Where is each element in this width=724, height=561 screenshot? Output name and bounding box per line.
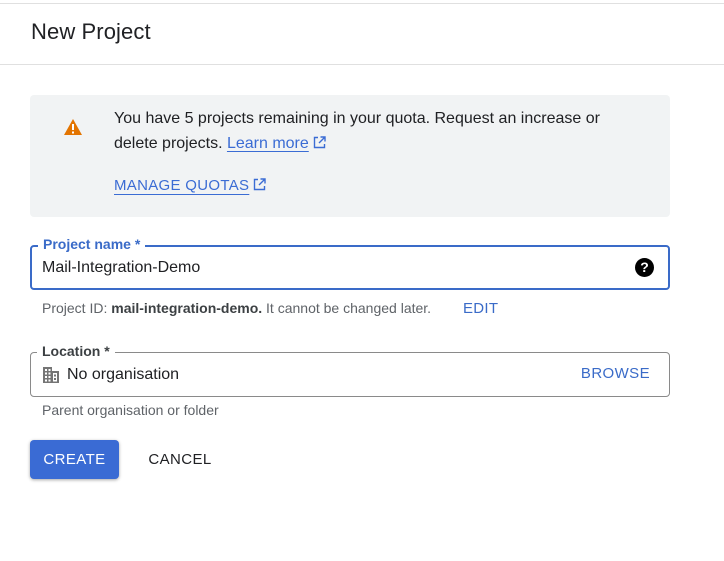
- top-divider: [0, 3, 724, 4]
- quota-message: You have 5 projects remaining in your qu…: [114, 110, 600, 152]
- project-name-input[interactable]: Mail-Integration-Demo: [42, 259, 200, 277]
- learn-more-label: Learn more: [226, 135, 309, 152]
- manage-quotas-link[interactable]: MANAGE QUOTAS: [114, 177, 267, 194]
- page-title: New Project: [31, 19, 151, 44]
- external-link-icon: [254, 178, 267, 191]
- project-id-prefix: Project ID:: [42, 300, 112, 316]
- location-field[interactable]: Location * No organisation BROWSE: [30, 343, 670, 397]
- project-name-label: Project name *: [38, 236, 146, 252]
- quota-notice-text: You have 5 projects remaining in your qu…: [114, 106, 634, 156]
- quota-notice: You have 5 projects remaining in your qu…: [30, 95, 670, 217]
- browse-button[interactable]: BROWSE: [581, 365, 650, 382]
- project-name-field[interactable]: Project name * Mail-Integration-Demo ?: [30, 236, 670, 290]
- header-divider: [0, 64, 724, 65]
- project-id-value: mail-integration-demo.: [111, 300, 263, 316]
- create-button[interactable]: CREATE: [30, 440, 119, 479]
- location-hint: Parent organisation or folder: [42, 402, 219, 418]
- project-id-text: Project ID: mail-integration-demo. It ca…: [42, 300, 431, 316]
- location-value: No organisation: [67, 366, 180, 383]
- location-label: Location *: [37, 343, 115, 359]
- cancel-button[interactable]: CANCEL: [138, 440, 222, 479]
- warning-icon: [64, 119, 82, 135]
- project-id-suffix: It cannot be changed later.: [262, 300, 432, 316]
- help-icon[interactable]: ?: [635, 258, 654, 277]
- building-icon: [43, 367, 59, 383]
- learn-more-link[interactable]: Learn more: [227, 135, 326, 152]
- edit-project-id-button[interactable]: EDIT: [463, 300, 498, 317]
- manage-quotas-label: MANAGE QUOTAS: [114, 177, 250, 194]
- external-link-icon: [313, 136, 326, 149]
